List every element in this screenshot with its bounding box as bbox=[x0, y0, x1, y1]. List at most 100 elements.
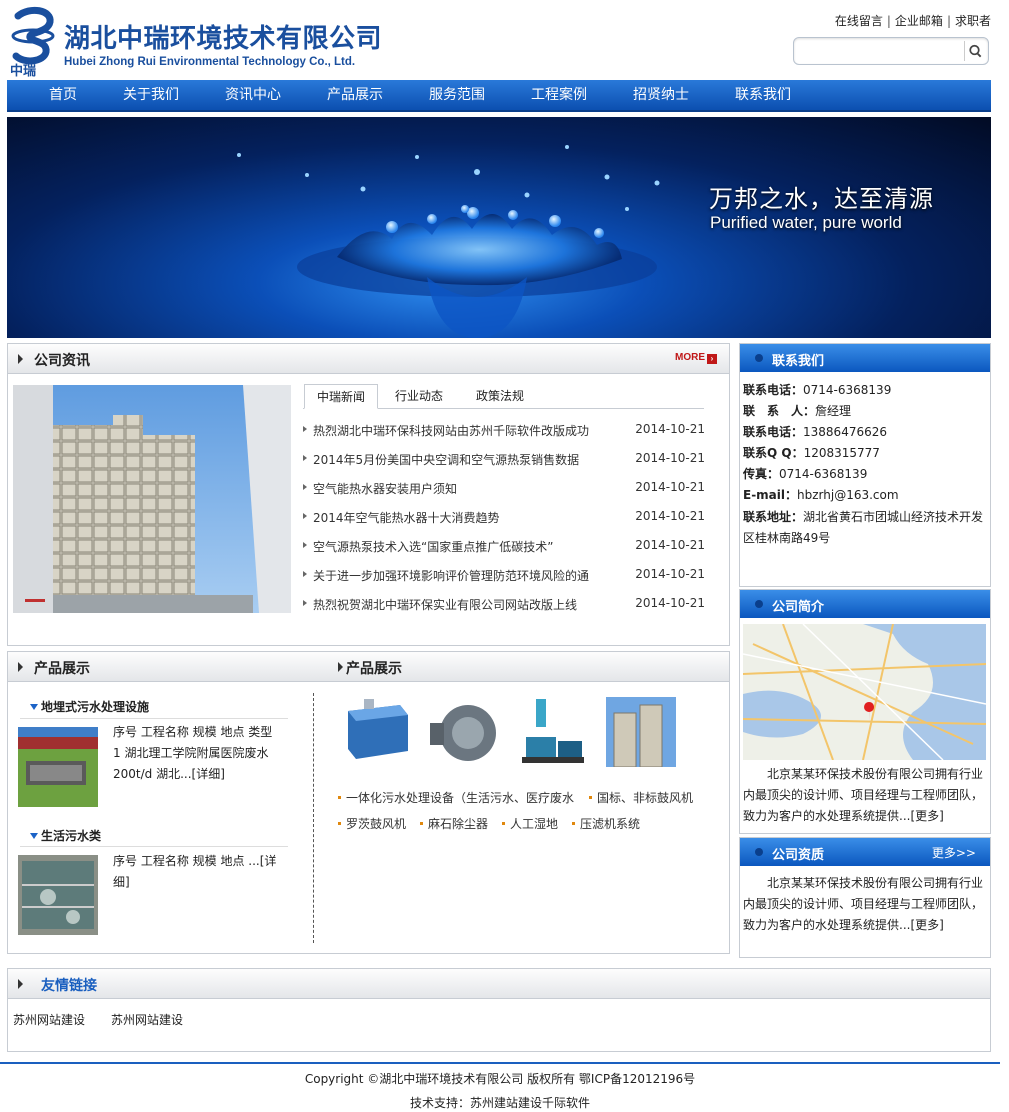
nav-products[interactable]: 产品展示 bbox=[321, 80, 389, 110]
nav-home[interactable]: 首页 bbox=[31, 80, 95, 110]
news-item[interactable]: 2014年5月份美国中央空调和空气源热泵销售数据 2014-10-21 bbox=[303, 451, 707, 471]
quality-panel-header: 公司资质 更多>> bbox=[740, 838, 990, 866]
main-nav: 首页 关于我们 资讯中心 产品展示 服务范围 工程案例 招贤纳士 联系我们 bbox=[7, 80, 991, 112]
intro-text[interactable]: 北京某某环保技术股份有限公司拥有行业内最顶尖的设计师、项目经理与工程师团队，致力… bbox=[743, 764, 985, 827]
banner-subtitle: Purified water, pure world bbox=[710, 213, 902, 232]
bullet-icon bbox=[502, 822, 505, 825]
product-image-granite-dust-collector[interactable] bbox=[606, 697, 676, 767]
tab-industry-news[interactable]: 行业动态 bbox=[382, 384, 456, 409]
bullet-icon bbox=[420, 822, 423, 825]
project-thumbnail-1 bbox=[18, 727, 98, 807]
project-summary-2[interactable]: 序号 工程名称 规模 地点 ...[详细] bbox=[113, 851, 283, 893]
news-item[interactable]: 空气能热水器安装用户须知 2014-10-21 bbox=[303, 480, 707, 500]
friend-link-1[interactable]: 苏州网站建设 bbox=[13, 1011, 85, 1028]
links-title: 友情链接 bbox=[41, 978, 97, 994]
quality-text[interactable]: 北京某某环保技术股份有限公司拥有行业内最顶尖的设计师、项目经理与工程师团队，致力… bbox=[743, 873, 985, 936]
arrow-right-icon bbox=[338, 662, 343, 672]
intro-panel-header: 公司简介 bbox=[740, 590, 990, 618]
contact-mobile: 联系电话：13886476626 bbox=[743, 425, 887, 439]
arrow-right-icon bbox=[18, 354, 23, 364]
triangle-down-icon bbox=[30, 833, 38, 839]
arrow-right-icon bbox=[18, 662, 23, 672]
nav-cases[interactable]: 工程案例 bbox=[525, 80, 593, 110]
news-item[interactable]: 关于进一步加强环境影响评价管理防范环境风险的通 2014-10-21 bbox=[303, 567, 707, 587]
search-icon[interactable] bbox=[964, 41, 984, 61]
bullet-icon bbox=[338, 796, 341, 799]
news-item[interactable]: 热烈湖北中瑞环保科技网站由苏州千际软件改版成功 2014-10-21 bbox=[303, 422, 707, 442]
products-panel-header: 产品展示 产品展示 bbox=[8, 652, 729, 682]
news-more-button[interactable]: MORE › bbox=[675, 352, 717, 364]
search-input[interactable] bbox=[800, 42, 958, 60]
triangle-down-icon bbox=[30, 704, 38, 710]
arrow-right-icon bbox=[18, 979, 23, 989]
contact-person: 联 系 人：詹经理 bbox=[743, 404, 852, 418]
contact-email: E-mail：hbzrhj@163.com bbox=[743, 488, 899, 502]
tab-policy[interactable]: 政策法规 bbox=[462, 384, 538, 409]
friend-links-panel: 友情链接 bbox=[7, 968, 991, 1052]
nav-careers[interactable]: 招贤纳士 bbox=[627, 80, 695, 110]
company-name-en: Hubei Zhong Rui Environmental Technology… bbox=[64, 56, 356, 68]
header-icon bbox=[755, 600, 763, 608]
bullet-icon bbox=[303, 600, 307, 606]
nav-services[interactable]: 服务范围 bbox=[423, 80, 491, 110]
nav-news[interactable]: 资讯中心 bbox=[219, 80, 287, 110]
product-link-roots-blower[interactable]: 罗茨鼓风机 bbox=[338, 815, 406, 832]
project-summary-1[interactable]: 序号 工程名称 规模 地点 类型 1 湖北理工学院附属医院废水 200t/d 湖… bbox=[113, 722, 283, 785]
news-panel-title: 公司资讯 bbox=[34, 353, 90, 369]
banner-title: 万邦之水，达至清源 bbox=[709, 185, 934, 213]
news-item[interactable]: 2014年空气能热水器十大消费趋势 2014-10-21 bbox=[303, 509, 707, 529]
contact-qq: 联系Q Q：1208315777 bbox=[743, 446, 880, 460]
nav-contact[interactable]: 联系我们 bbox=[729, 80, 797, 110]
quality-more-button[interactable]: 更多>> bbox=[932, 844, 976, 861]
bullet-icon bbox=[303, 571, 307, 577]
contact-phone: 联系电话：0714-6368139 bbox=[743, 383, 892, 397]
contact-address: 联系地址：湖北省黄石市团城山经济技术开发区桂林南路49号 bbox=[743, 510, 984, 545]
header-icon bbox=[755, 848, 763, 856]
hero-banner: 万邦之水，达至清源 Purified water, pure world bbox=[7, 117, 991, 338]
news-item[interactable]: 空气源热泵技术入选“国家重点推广低碳技术” 2014-10-21 bbox=[303, 538, 707, 558]
contact-panel-header: 联系我们 bbox=[740, 344, 990, 372]
product-link-blower[interactable]: 国标、非标鼓风机 bbox=[589, 789, 693, 806]
products-left-title: 产品展示 bbox=[34, 661, 90, 677]
product-link-wetland[interactable]: 人工湿地 bbox=[502, 815, 558, 832]
divider bbox=[20, 846, 288, 847]
bullet-icon bbox=[303, 513, 307, 519]
product-link-integrated-equipment[interactable]: 一体化污水处理设备（生活污水、医疗废水 bbox=[338, 789, 574, 806]
bullet-icon bbox=[303, 484, 307, 490]
category-title-buried-sewage[interactable]: 地埋式污水处理设施 bbox=[30, 698, 149, 715]
news-feature-image bbox=[13, 385, 291, 613]
footer-support[interactable]: 技术支持：苏州建站建设千际软件 bbox=[0, 1094, 1000, 1111]
bullet-icon bbox=[303, 542, 307, 548]
project-thumbnail-2 bbox=[18, 855, 98, 935]
tab-zhongrui-news[interactable]: 中瑞新闻 bbox=[304, 384, 378, 409]
top-link-jobs[interactable]: 求职者 bbox=[955, 14, 991, 28]
header-icon bbox=[755, 354, 763, 362]
footer-divider bbox=[0, 1062, 1000, 1064]
links-panel-header: 友情链接 bbox=[8, 969, 990, 999]
column-divider bbox=[313, 693, 314, 943]
divider bbox=[20, 718, 288, 719]
logo-mark-text: 中瑞 bbox=[10, 63, 36, 78]
products-right-title: 产品展示 bbox=[346, 661, 402, 677]
product-image-integrated-equipment[interactable] bbox=[342, 697, 412, 767]
contact-title: 联系我们 bbox=[772, 354, 825, 369]
location-map[interactable] bbox=[743, 624, 986, 760]
friend-link-2[interactable]: 苏州网站建设 bbox=[111, 1011, 183, 1028]
contact-fax: 传真：0714-6368139 bbox=[743, 467, 868, 481]
search-box bbox=[793, 37, 989, 65]
product-image-blower[interactable] bbox=[430, 697, 500, 767]
bullet-icon bbox=[303, 426, 307, 432]
category-title-domestic-sewage[interactable]: 生活污水类 bbox=[30, 827, 101, 844]
nav-about[interactable]: 关于我们 bbox=[117, 80, 185, 110]
more-arrow-icon: › bbox=[707, 354, 717, 364]
product-link-dust-collector[interactable]: 麻石除尘器 bbox=[420, 815, 488, 832]
top-link-message[interactable]: 在线留言 bbox=[835, 14, 883, 28]
news-panel-header: 公司资讯 MORE › bbox=[8, 344, 729, 374]
product-image-roots-blower[interactable] bbox=[518, 697, 588, 767]
company-name-cn: 湖北中瑞环境技术有限公司 bbox=[64, 24, 383, 54]
product-link-filter-press[interactable]: 压滤机系统 bbox=[572, 815, 640, 832]
news-item[interactable]: 热烈祝贺湖北中瑞环保实业有限公司网站改版上线 2014-10-21 bbox=[303, 596, 707, 616]
top-link-email[interactable]: 企业邮箱 bbox=[895, 14, 943, 28]
bullet-icon bbox=[338, 822, 341, 825]
bullet-icon bbox=[589, 796, 592, 799]
